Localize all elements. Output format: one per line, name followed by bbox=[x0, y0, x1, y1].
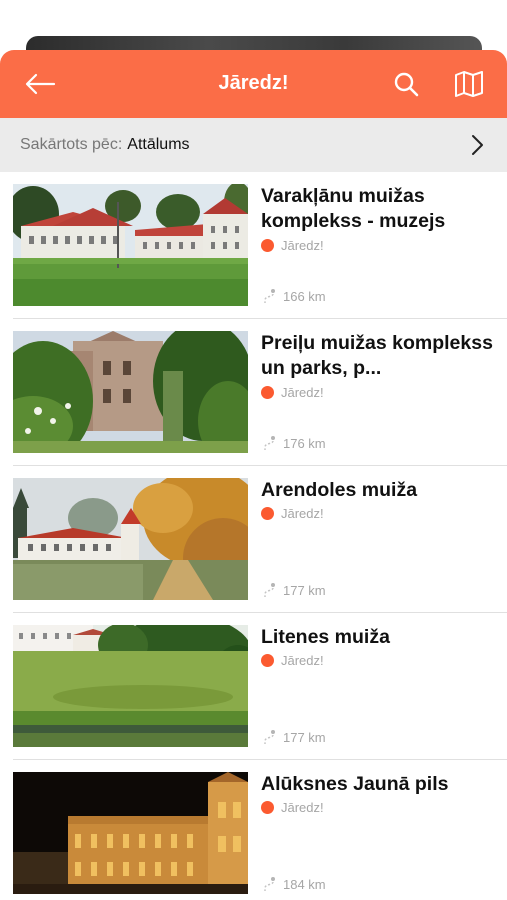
sort-value: Attālums bbox=[127, 136, 190, 153]
list-item[interactable]: Litenes muiža Jāredz! 177 km bbox=[0, 613, 507, 760]
route-icon bbox=[264, 583, 275, 597]
distance-value: 177 km bbox=[283, 729, 326, 745]
category-dot-icon bbox=[261, 239, 274, 252]
place-distance: 166 km bbox=[261, 288, 326, 304]
place-photo bbox=[13, 184, 248, 306]
place-category: Jāredz! bbox=[261, 385, 324, 400]
distance-value: 166 km bbox=[283, 288, 326, 304]
route-icon bbox=[264, 289, 275, 303]
category-label: Jāredz! bbox=[281, 238, 324, 253]
place-name: Alūksnes Jaunā pils bbox=[261, 773, 449, 795]
category-dot-icon bbox=[261, 507, 274, 520]
search-button[interactable] bbox=[388, 66, 424, 102]
distance-value: 176 km bbox=[283, 435, 326, 451]
category-label: Jāredz! bbox=[281, 653, 324, 668]
category-label: Jāredz! bbox=[281, 506, 324, 521]
place-distance: 176 km bbox=[261, 435, 326, 451]
place-name: Arendoles muiža bbox=[261, 479, 418, 501]
route-icon bbox=[264, 730, 275, 744]
route-icon bbox=[264, 877, 275, 891]
category-dot-icon bbox=[261, 654, 274, 667]
sort-chevron bbox=[465, 133, 489, 157]
place-distance: 177 km bbox=[261, 729, 326, 745]
place-category: Jāredz! bbox=[261, 653, 324, 668]
map-button[interactable] bbox=[451, 66, 487, 102]
place-photo bbox=[13, 625, 248, 747]
place-photo bbox=[13, 772, 248, 894]
place-photo bbox=[13, 331, 248, 453]
places-list: Varakļānu muižas komplekss - muzejs Jāre… bbox=[0, 172, 507, 900]
arrow-left-icon bbox=[25, 73, 56, 95]
category-label: Jāredz! bbox=[281, 385, 324, 400]
place-category: Jāredz! bbox=[261, 506, 324, 521]
map-icon bbox=[455, 71, 483, 97]
list-item[interactable]: Alūksnes Jaunā pils Jāredz! 184 km bbox=[0, 760, 507, 900]
page-title: Jāredz! bbox=[218, 72, 289, 94]
category-dot-icon bbox=[261, 386, 274, 399]
place-name: Preiļu muižas komplekss un parks, p... bbox=[261, 332, 493, 379]
sort-label: Sakārtots pēc: bbox=[20, 136, 123, 153]
place-photo bbox=[13, 478, 248, 600]
list-item[interactable]: Preiļu muižas komplekss un parks, p... J… bbox=[0, 319, 507, 466]
place-category: Jāredz! bbox=[261, 800, 324, 815]
search-icon bbox=[394, 72, 419, 97]
back-button[interactable] bbox=[22, 66, 58, 102]
distance-value: 184 km bbox=[283, 876, 326, 892]
place-name: Varakļānu muižas komplekss - muzejs bbox=[261, 185, 446, 232]
chevron-right-icon bbox=[472, 135, 483, 155]
category-label: Jāredz! bbox=[281, 800, 324, 815]
route-icon bbox=[264, 436, 275, 450]
place-distance: 184 km bbox=[261, 876, 326, 892]
top-nav-bar: Jāredz! bbox=[0, 50, 507, 118]
list-item[interactable]: Arendoles muiža Jāredz! 177 km bbox=[0, 466, 507, 613]
distance-value: 177 km bbox=[283, 582, 326, 598]
place-category: Jāredz! bbox=[261, 238, 324, 253]
list-item[interactable]: Varakļānu muižas komplekss - muzejs Jāre… bbox=[0, 172, 507, 319]
category-dot-icon bbox=[261, 801, 274, 814]
place-distance: 177 km bbox=[261, 582, 326, 598]
sort-bar[interactable]: Sakārtots pēc: Attālums bbox=[0, 118, 507, 172]
place-name: Litenes muiža bbox=[261, 626, 390, 648]
app-screen: Jāredz! Sakārtots pēc: Attālums Varakļān… bbox=[0, 0, 507, 900]
